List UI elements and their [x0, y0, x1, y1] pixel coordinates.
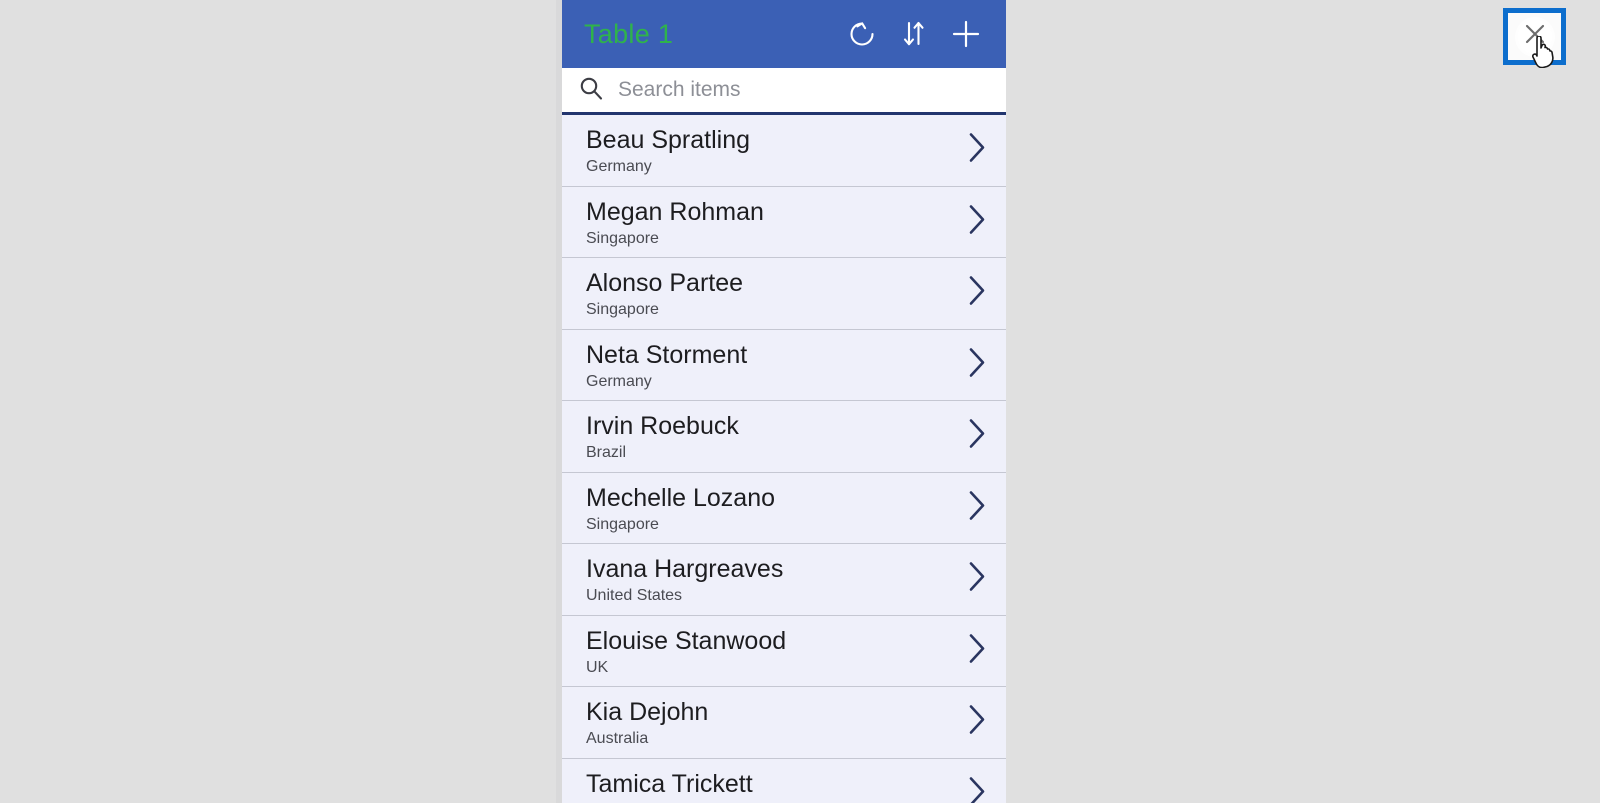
- close-button-surface[interactable]: [1508, 13, 1561, 60]
- chevron-right-icon[interactable]: [966, 703, 988, 742]
- list-item[interactable]: Irvin Roebuck Brazil: [562, 401, 1006, 473]
- list-item[interactable]: Kia Dejohn Australia: [562, 687, 1006, 759]
- chevron-right-icon[interactable]: [966, 560, 988, 599]
- plus-icon: [950, 18, 982, 50]
- list-item[interactable]: Mechelle Lozano Singapore: [562, 472, 1006, 544]
- list-item-country: Germany: [586, 158, 652, 175]
- page-title: Table 1: [584, 18, 674, 49]
- chevron-right-icon[interactable]: [966, 631, 988, 670]
- list-item[interactable]: Ivana Hargreaves United States: [562, 544, 1006, 616]
- list-item-country: Australia: [586, 730, 649, 747]
- list-item-name: Tamica Trickett: [586, 769, 753, 798]
- list-item[interactable]: Elouise Stanwood UK: [562, 615, 1006, 687]
- panel-body: Table 1 Search items Beau Spratling Germ…: [562, 0, 1006, 803]
- list-item[interactable]: Tamica Trickett: [562, 758, 1006, 803]
- app-panel: Table 1 Search items Beau Spratling Germ…: [556, 0, 1006, 803]
- list-item-name: Irvin Roebuck: [586, 412, 739, 440]
- list-item-country: UK: [586, 658, 609, 676]
- app-header: Table 1: [562, 0, 1006, 68]
- list-item-name: Alonso Partee: [586, 269, 744, 297]
- search-input[interactable]: [618, 70, 1006, 110]
- chevron-right-icon[interactable]: [966, 274, 988, 313]
- list-item-name: Elouise Stanwood: [586, 626, 787, 655]
- list-item-country: Singapore: [586, 229, 659, 247]
- list-item-name: Kia Dejohn: [586, 698, 709, 726]
- list-item-country: Singapore: [586, 515, 659, 533]
- sort-icon: [901, 19, 927, 49]
- chevron-right-icon[interactable]: [966, 417, 988, 456]
- list-item[interactable]: Neta Storment Germany: [562, 329, 1006, 401]
- chevron-right-icon[interactable]: [966, 345, 988, 384]
- item-list: Beau Spratling Germany Megan Rohman Sing…: [562, 115, 1006, 803]
- add-button[interactable]: [940, 8, 992, 60]
- list-item[interactable]: Megan Rohman Singapore: [562, 186, 1006, 258]
- sort-button[interactable]: [888, 8, 940, 60]
- chevron-right-icon[interactable]: [966, 774, 988, 803]
- close-icon: [1522, 21, 1548, 52]
- close-button[interactable]: [1503, 8, 1566, 65]
- list-item-name: Megan Rohman: [586, 197, 764, 226]
- chevron-right-icon[interactable]: [966, 202, 988, 241]
- refresh-button[interactable]: [836, 8, 888, 60]
- search-bar[interactable]: [562, 68, 1006, 115]
- list-item-name: Mechelle Lozano: [586, 483, 776, 512]
- list-item-country: Germany: [586, 372, 652, 390]
- list-item-name: Neta Storment: [586, 340, 748, 369]
- refresh-icon: [847, 19, 877, 49]
- search-icon: [578, 75, 604, 106]
- list-item-name: Beau Spratling: [586, 126, 751, 154]
- list-item-country: Brazil: [586, 444, 627, 461]
- list-item-country: Singapore: [586, 301, 659, 318]
- list-item[interactable]: Alonso Partee Singapore: [562, 258, 1006, 330]
- list-item[interactable]: Beau Spratling Germany: [562, 115, 1006, 187]
- chevron-right-icon[interactable]: [966, 488, 988, 527]
- list-item-country: United States: [586, 587, 683, 604]
- chevron-right-icon[interactable]: [966, 131, 988, 170]
- list-item-name: Ivana Hargreaves: [586, 555, 784, 583]
